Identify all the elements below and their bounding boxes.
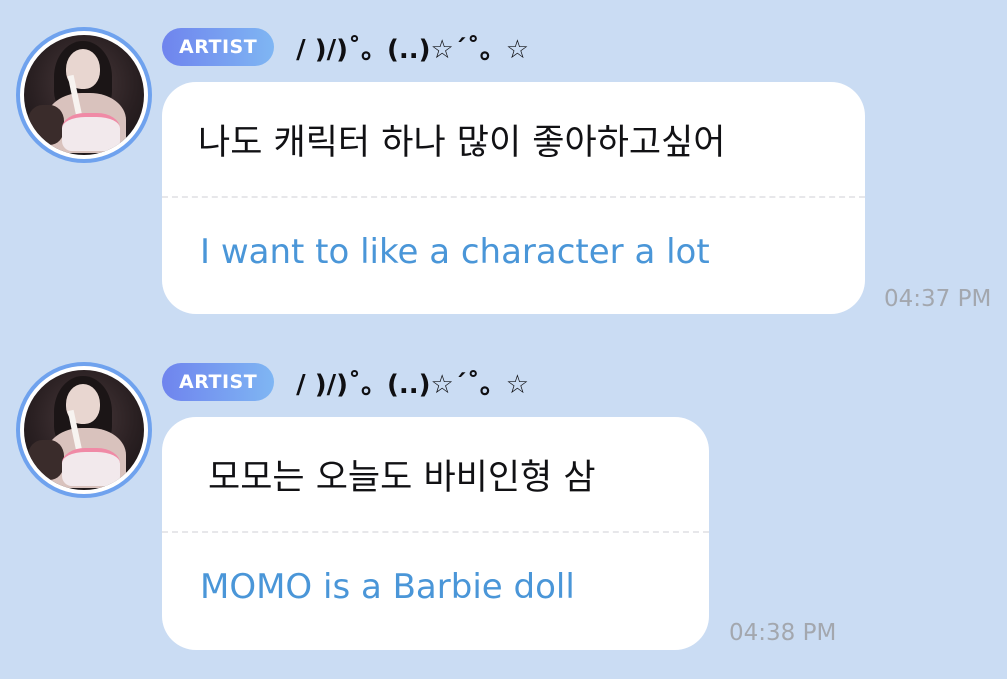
translated-text: MOMO is a Barbie doll [200, 567, 575, 607]
chat-message: ARTIST / )/)˚。(..)☆´˚。☆ 모모는 오늘도 바비인형 삼 M… [0, 335, 1007, 679]
original-text: 나도 캐릭터 하나 많이 좋아하고싶어 [198, 123, 726, 163]
sender-name: / )/)˚。(..)☆´˚。☆ [296, 34, 530, 65]
avatar-photo [24, 35, 144, 155]
translated-text: I want to like a character a lot [200, 232, 710, 272]
message-bubble[interactable]: 모모는 오늘도 바비인형 삼 MOMO is a Barbie doll [162, 417, 709, 650]
translation-divider [162, 531, 709, 533]
sender-name: / )/)˚。(..)☆´˚。☆ [296, 369, 530, 400]
translation-divider [162, 196, 865, 198]
timestamp: 04:38 PM [729, 620, 837, 646]
message-header: ARTIST / )/)˚。(..)☆´˚。☆ [162, 363, 529, 401]
avatar[interactable] [16, 27, 152, 163]
timestamp: 04:37 PM [884, 286, 992, 312]
message-header: ARTIST / )/)˚。(..)☆´˚。☆ [162, 28, 529, 66]
original-text: 모모는 오늘도 바비인형 삼 [208, 458, 596, 498]
avatar-photo [24, 370, 144, 490]
message-bubble[interactable]: 나도 캐릭터 하나 많이 좋아하고싶어 I want to like a cha… [162, 82, 865, 314]
artist-badge: ARTIST [162, 28, 275, 66]
artist-badge: ARTIST [162, 363, 275, 401]
chat-message: ARTIST / )/)˚。(..)☆´˚。☆ 나도 캐릭터 하나 많이 좋아하… [0, 0, 1007, 335]
avatar[interactable] [16, 362, 152, 498]
